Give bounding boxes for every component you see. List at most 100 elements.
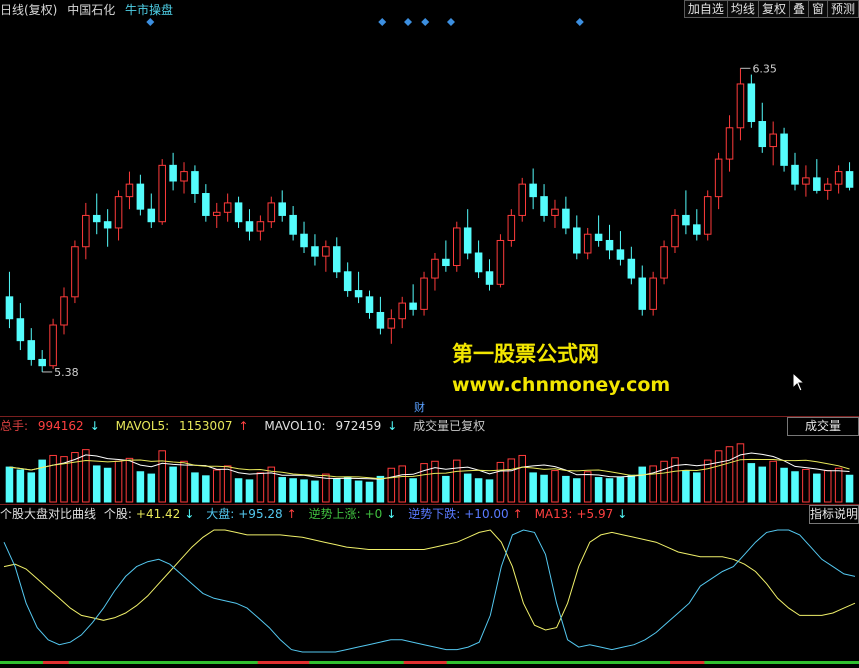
volume-bar	[703, 459, 712, 503]
volume-bar	[114, 460, 123, 503]
candle-body	[780, 133, 788, 166]
baseline-red-segment	[403, 661, 447, 664]
counter-fall-value: +10.00	[464, 507, 509, 521]
formula-name[interactable]: 牛市操盘	[125, 3, 173, 17]
volume-bar	[845, 474, 854, 503]
volume-bar	[791, 471, 799, 503]
volume-bar	[747, 463, 756, 503]
signal-diamond-icon	[446, 18, 455, 26]
volume-bar	[278, 477, 286, 503]
candle-body	[813, 177, 821, 191]
candle-body	[507, 214, 516, 241]
volume-bar	[769, 460, 777, 503]
volume-bar	[802, 468, 810, 503]
candle-body	[671, 214, 679, 248]
volume-bar	[573, 478, 581, 503]
volume-bar	[332, 478, 341, 503]
signal-diamond-icon	[146, 18, 155, 26]
candle-body	[191, 171, 199, 195]
up-arrow-icon: ↑	[512, 507, 523, 521]
signal-diamond-icon	[421, 18, 430, 26]
candle-body	[791, 164, 799, 185]
down-arrow-icon: ↓	[617, 507, 628, 521]
candle-body	[278, 202, 286, 216]
add-watchlist-button[interactable]: 加自选	[683, 0, 728, 18]
signal-diamond-icon	[378, 18, 387, 26]
candle-body	[638, 277, 647, 310]
volume-note: 成交量已复权	[413, 419, 486, 433]
volume-bar	[616, 477, 625, 503]
stock-name: 中国石化	[67, 3, 116, 17]
volume-bar	[540, 474, 548, 503]
candle-body	[125, 183, 134, 198]
baseline-red-segment	[670, 661, 705, 664]
candle-body	[169, 164, 177, 182]
candle-body	[49, 324, 57, 367]
financial-marker[interactable]: 财	[414, 399, 425, 415]
candle-body	[540, 196, 548, 216]
down-arrow-icon: ↓	[387, 419, 398, 433]
candle-body	[147, 208, 156, 223]
volume-bar	[518, 454, 527, 503]
candle-body	[594, 233, 603, 241]
volume-bar	[736, 443, 745, 503]
volume-bar	[354, 480, 363, 503]
indicator-help-button[interactable]: 指标说明	[809, 505, 859, 524]
total-label: 总手:	[0, 419, 29, 433]
ma13-value: +5.97	[576, 507, 614, 521]
watermark-title: 第一股票公式网	[452, 342, 599, 366]
candle-body	[769, 133, 777, 148]
volume-bar	[725, 446, 734, 503]
candle-body	[60, 296, 68, 326]
candle-body	[649, 277, 657, 310]
candle-body	[180, 171, 188, 182]
volume-bar	[398, 465, 406, 503]
volume-bar	[92, 465, 101, 503]
volume-bar	[267, 466, 276, 503]
volume-bar	[343, 477, 352, 503]
counter-rise-value: +0	[364, 507, 383, 521]
volume-bar	[376, 475, 385, 503]
volume-bar	[49, 454, 57, 503]
forecast-button[interactable]: 预测	[826, 0, 859, 18]
indicator-chart[interactable]	[0, 524, 859, 668]
candle-body	[420, 277, 428, 310]
stock-line	[3, 529, 856, 631]
candle-body	[605, 239, 614, 251]
volume-bar	[300, 479, 308, 503]
volume-chart[interactable]	[0, 436, 859, 504]
candle-body	[682, 214, 690, 226]
moving-average-button[interactable]: 均线	[726, 0, 759, 18]
price-chart[interactable]: 6.35 5.38	[0, 17, 859, 417]
mavol10-label: MAVOL10:	[264, 419, 326, 433]
candle-body	[5, 296, 14, 320]
mouse-cursor-icon	[792, 371, 806, 395]
window-button[interactable]: 窗	[807, 0, 828, 18]
volume-bar	[583, 471, 592, 503]
candle-body	[736, 83, 745, 129]
volume-bar	[638, 466, 647, 503]
volume-indicator-button[interactable]: 成交量	[787, 417, 859, 436]
candle-body	[627, 258, 636, 279]
volume-bar	[103, 467, 112, 503]
period-label[interactable]: 日线(复权)	[0, 3, 57, 17]
candle-body	[267, 202, 276, 223]
candle-body	[27, 340, 36, 360]
candle-body	[16, 318, 25, 342]
overlay-button[interactable]: 叠	[788, 0, 809, 18]
volume-header: 总手: 994162 ↓ MAVOL5: 1153007 ↑ MAVOL10: 97…	[0, 417, 859, 435]
candle-body	[693, 224, 701, 235]
volume-bar	[507, 458, 516, 503]
volume-bar	[136, 471, 145, 503]
candle-body	[823, 183, 832, 191]
mavol5-line	[9, 452, 850, 480]
volume-bar	[714, 450, 723, 503]
adjust-price-button[interactable]: 复权	[757, 0, 790, 18]
candle-body	[82, 214, 90, 248]
candle-body	[551, 208, 559, 216]
volume-bar	[158, 450, 166, 503]
down-arrow-icon: ↓	[184, 507, 195, 521]
volume-bar	[496, 461, 505, 503]
volume-bar	[420, 463, 428, 503]
signal-diamond-icon	[404, 18, 413, 26]
